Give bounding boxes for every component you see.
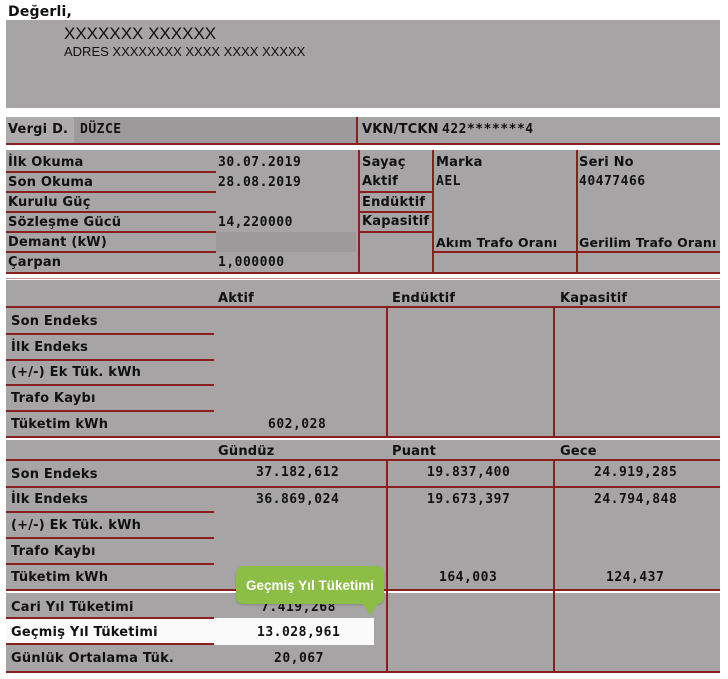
- energy-header: Endüktif: [392, 291, 456, 306]
- energy-header: Kapasitif: [560, 291, 628, 306]
- summary-value: 20,067: [274, 651, 324, 666]
- reading-value: 28.08.2019: [218, 175, 302, 190]
- summary-label: Günlük Ortalama Tük.: [11, 651, 175, 666]
- meter-akim-trafo: Akım Trafo Oranı: [436, 235, 558, 250]
- customer-address: ADRES XXXXXXXX XXXX XXXX XXXXX: [64, 44, 306, 59]
- tariff-header: Gece: [560, 444, 597, 459]
- tariff-cell: 36.869,024: [256, 492, 340, 507]
- reading-label: Son Okuma: [8, 175, 94, 190]
- meter-gerilim-trafo: Gerilim Trafo Oranı: [579, 235, 717, 250]
- tariff-cell: 19.673,397: [427, 492, 511, 507]
- tax-office-value: DÜZCE: [80, 122, 122, 137]
- tariff-cell: 19.837,400: [427, 465, 511, 480]
- tariff-row-label: Son Endeks: [11, 467, 98, 482]
- reading-label: Kurulu Güç: [8, 195, 91, 210]
- greeting: Değerli,: [8, 4, 73, 20]
- tariff-row-label: İlk Endeks: [11, 492, 89, 507]
- summary-label: Cari Yıl Tüketimi: [11, 600, 134, 615]
- tooltip-bubble: Geçmiş Yıl Tüketimi: [236, 566, 384, 604]
- meter-col-sayac: Sayaç: [362, 155, 406, 170]
- energy-row-label: İlk Endeks: [11, 340, 89, 355]
- tariff-cell: 24.919,285: [594, 465, 678, 480]
- summary-label: Geçmiş Yıl Tüketimi: [11, 625, 158, 640]
- reading-value: 14,220000: [218, 215, 293, 230]
- meter-brand: AEL: [436, 174, 461, 189]
- tax-office-label: Vergi D.: [8, 122, 69, 137]
- customer-name: XXXXXXX XXXXXX: [64, 24, 217, 43]
- reading-label: Demant (kW): [8, 235, 107, 250]
- meter-serial: 40477466: [579, 174, 646, 189]
- tooltip-text: Geçmiş Yıl Tüketimi: [245, 577, 375, 593]
- energy-row-label: Trafo Kaybı: [11, 391, 96, 406]
- meter-type: Kapasitif: [362, 214, 430, 229]
- reading-label: İlk Okuma: [8, 155, 84, 170]
- summary-value: 13.028,961: [257, 625, 341, 640]
- tariff-cell: 124,437: [606, 570, 665, 585]
- tax-id-label: VKN/TCKN: [362, 122, 439, 137]
- energy-row-label: (+/-) Ek Tük. kWh: [11, 365, 142, 380]
- energy-header: Aktif: [218, 291, 255, 306]
- reading-value: 1,000000: [218, 255, 285, 270]
- customer-panel: XXXXXXX XXXXXX ADRES XXXXXXXX XXXX XXXX …: [6, 20, 720, 108]
- tariff-row-label: Trafo Kaybı: [11, 544, 96, 559]
- meter-col-seri: Seri No: [579, 155, 634, 170]
- reading-label: Sözleşme Gücü: [8, 215, 122, 230]
- tooltip-tail: [362, 603, 378, 615]
- tariff-cell: 37.182,612: [256, 465, 340, 480]
- tariff-header: Puant: [392, 444, 437, 459]
- meter-type: Endüktif: [362, 195, 426, 210]
- reading-value: 30.07.2019: [218, 155, 302, 170]
- energy-row-label: Son Endeks: [11, 314, 98, 329]
- tariff-header: Gündüz: [218, 444, 275, 459]
- energy-row-label: Tüketim kWh: [11, 417, 109, 432]
- reading-label: Çarpan: [8, 255, 62, 270]
- tax-id-value: 422*******4: [442, 122, 534, 137]
- tariff-row-label: (+/-) Ek Tük. kWh: [11, 518, 142, 533]
- tariff-cell: 24.794,848: [594, 492, 678, 507]
- energy-cell: 602,028: [268, 417, 327, 432]
- tariff-cell: 164,003: [439, 570, 498, 585]
- meter-type: Aktif: [362, 174, 399, 189]
- meter-col-marka: Marka: [436, 155, 483, 170]
- tariff-row-label: Tüketim kWh: [11, 570, 109, 585]
